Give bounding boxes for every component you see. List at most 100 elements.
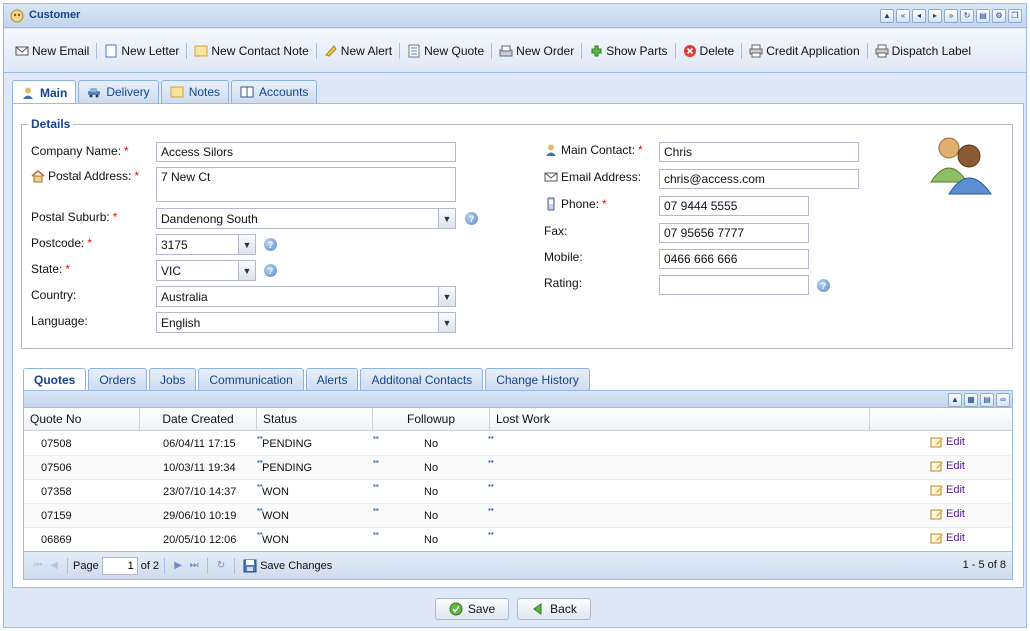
quotes-grid: ▲ ▦ ▤ ∞ Quote No Date Created Status Fol… xyxy=(23,390,1013,580)
state-select[interactable]: VIC ▼ xyxy=(156,260,256,281)
new-contact-note-label: New Contact Note xyxy=(211,43,309,58)
column-header-date-created[interactable]: Date Created xyxy=(140,408,257,431)
edit-label: Edit xyxy=(946,532,965,544)
help-icon[interactable]: ? xyxy=(465,212,478,225)
help-icon[interactable]: ? xyxy=(264,264,277,277)
new-email-button[interactable]: New Email xyxy=(12,44,92,58)
chevron-down-icon[interactable]: ▼ xyxy=(438,313,455,332)
table-row[interactable]: 07358 23/07/10 14:37 ▪▪ WON ▪▪ No ▪▪ Edi… xyxy=(24,480,1012,504)
mobile-field[interactable] xyxy=(659,249,809,269)
required-marker: * xyxy=(65,262,71,276)
tab-communication[interactable]: Communication xyxy=(198,368,304,390)
column-header-quote-no[interactable]: Quote No xyxy=(24,408,140,431)
chevron-down-icon[interactable]: ▼ xyxy=(438,287,455,306)
language-label: Language: xyxy=(31,314,88,328)
next-record-icon[interactable]: ▸ xyxy=(928,9,942,23)
save-button[interactable]: Save xyxy=(435,598,509,620)
previous-record-icon[interactable]: ◂ xyxy=(912,9,926,23)
edit-icon xyxy=(930,509,943,520)
toolbar-divider xyxy=(96,42,98,59)
tab-orders[interactable]: Orders xyxy=(88,368,148,390)
column-header-status[interactable]: Status xyxy=(257,408,373,431)
table-row[interactable]: 07159 29/06/10 10:19 ▪▪ WON ▪▪ No ▪▪ Edi… xyxy=(24,504,1012,528)
credit-application-button[interactable]: Credit Application xyxy=(746,44,862,58)
help-icon[interactable]: ? xyxy=(264,238,277,251)
collapse-icon[interactable]: ▲ xyxy=(880,9,894,23)
country-select[interactable]: Australia ▼ xyxy=(156,286,456,307)
tab-main[interactable]: Main xyxy=(12,80,77,104)
edit-button[interactable]: Edit xyxy=(930,435,965,449)
fax-field[interactable] xyxy=(659,223,809,243)
new-order-button[interactable]: New Order xyxy=(496,44,577,58)
chevron-down-icon[interactable]: ▼ xyxy=(238,235,255,254)
tab-quotes[interactable]: Quotes xyxy=(23,368,87,390)
language-select[interactable]: English ▼ xyxy=(156,312,456,333)
print-icon[interactable]: ▤ xyxy=(980,393,994,407)
edit-button[interactable]: Edit xyxy=(930,531,965,545)
column-header-followup[interactable]: Followup xyxy=(373,408,490,431)
previous-page-icon[interactable]: ◀ xyxy=(46,558,62,574)
back-arrow-icon xyxy=(533,603,542,615)
gear-icon[interactable]: ⚙ xyxy=(992,9,1006,23)
print-icon[interactable]: ▤ xyxy=(976,9,990,23)
dirty-marker-icon: ▪▪ xyxy=(373,505,379,514)
country-value: Australia xyxy=(161,290,208,304)
dispatch-label-button[interactable]: Dispatch Label xyxy=(872,44,974,58)
postcode-select[interactable]: 3175 ▼ xyxy=(156,234,256,255)
first-page-icon[interactable]: ⏮ xyxy=(30,558,46,574)
tab-delivery[interactable]: Delivery xyxy=(78,80,159,103)
last-page-icon[interactable]: ⏭ xyxy=(186,558,202,574)
toolbar-divider xyxy=(741,42,743,59)
binoculars-icon[interactable]: ∞ xyxy=(996,393,1010,407)
column-header-lost-work[interactable]: Lost Work xyxy=(490,408,870,431)
edit-button[interactable]: Edit xyxy=(930,459,965,473)
edit-label: Edit xyxy=(946,460,965,472)
tab-change-history[interactable]: Change History xyxy=(485,368,590,390)
pager-divider xyxy=(67,557,68,574)
window-tools: ▲ « ◂ ▸ » ↻ ▤ ⚙ ❐ xyxy=(880,9,1022,23)
tab-jobs[interactable]: Jobs xyxy=(149,368,197,390)
main-contact-field[interactable] xyxy=(659,142,859,162)
back-button[interactable]: Back xyxy=(517,598,591,620)
new-quote-button[interactable]: New Quote xyxy=(404,44,487,58)
phone-field[interactable] xyxy=(659,196,809,216)
tab-notes[interactable]: Notes xyxy=(160,80,230,103)
new-letter-button[interactable]: New Letter xyxy=(101,44,182,58)
help-icon[interactable]: ? xyxy=(817,279,830,292)
refresh-icon[interactable]: ↻ xyxy=(960,9,974,23)
email-address-field[interactable] xyxy=(659,169,859,189)
pager-divider xyxy=(234,557,236,574)
delete-button[interactable]: Delete xyxy=(680,44,738,58)
company-name-field[interactable] xyxy=(156,142,456,162)
last-record-icon[interactable]: » xyxy=(944,9,958,23)
postal-suburb-select[interactable]: Dandenong South ▼ xyxy=(156,208,456,229)
page-number-input[interactable] xyxy=(101,556,138,575)
chevron-down-icon[interactable]: ▼ xyxy=(238,261,255,280)
table-row[interactable]: 07508 06/04/11 17:15 ▪▪ PENDING ▪▪ No ▪▪… xyxy=(24,432,1012,456)
tab-additional-contacts[interactable]: Additonal Contacts xyxy=(360,368,484,390)
refresh-icon[interactable]: ↻ xyxy=(213,558,229,574)
email-address-label-text: Email Address: xyxy=(561,170,642,184)
restore-icon[interactable]: ❐ xyxy=(1008,9,1022,23)
postal-address-field[interactable]: 7 New Ct xyxy=(156,167,456,202)
edit-button[interactable]: Edit xyxy=(930,507,965,521)
chevron-down-icon[interactable]: ▼ xyxy=(438,209,455,228)
toolbar-divider xyxy=(866,42,868,59)
save-changes-button[interactable]: Save Changes xyxy=(240,559,335,573)
edit-button[interactable]: Edit xyxy=(930,483,965,497)
table-row[interactable]: 07506 10/03/11 19:34 ▪▪ PENDING ▪▪ No ▪▪… xyxy=(24,456,1012,480)
tab-alerts[interactable]: Alerts xyxy=(305,368,359,390)
table-row[interactable]: 06869 20/05/10 12:06 ▪▪ WON ▪▪ No ▪▪ Edi… xyxy=(24,528,1012,552)
grid-view-icon[interactable]: ▦ xyxy=(964,393,978,407)
show-parts-button[interactable]: Show Parts xyxy=(586,44,670,58)
printer-icon xyxy=(749,44,763,57)
next-page-icon[interactable]: ▶ xyxy=(170,558,186,574)
rating-field[interactable] xyxy=(659,275,809,295)
dirty-marker-icon: ▪▪ xyxy=(373,433,379,442)
first-record-icon[interactable]: « xyxy=(896,9,910,23)
tab-accounts[interactable]: Accounts xyxy=(231,80,318,103)
new-alert-button[interactable]: New Alert xyxy=(321,44,395,58)
fax-label: Fax: xyxy=(544,224,567,238)
collapse-icon[interactable]: ▲ xyxy=(948,393,962,407)
new-contact-note-button[interactable]: New Contact Note xyxy=(191,44,311,58)
